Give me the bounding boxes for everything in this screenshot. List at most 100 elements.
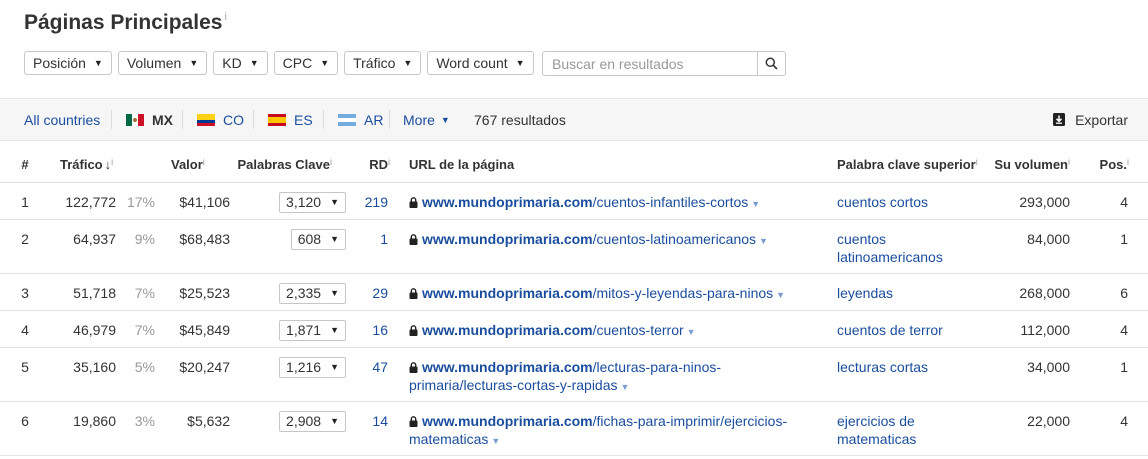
search-volume: 84,000 [993, 219, 1077, 274]
country-mx[interactable]: MX [126, 99, 173, 140]
col-header-rd[interactable]: RDi [350, 146, 408, 183]
lock-icon [409, 416, 418, 427]
top-keyword-link[interactable]: ejercicios de matematicas [837, 413, 916, 447]
country-co[interactable]: CO [197, 99, 244, 140]
divider [323, 110, 324, 129]
keywords-dropdown[interactable]: 2,908 ▼ [279, 410, 346, 432]
search-volume: 34,000 [993, 347, 1077, 402]
traffic-value: 46,979 [50, 310, 116, 348]
country-es[interactable]: ES [268, 99, 313, 140]
filter-position-dropdown[interactable]: Posición ▼ [24, 51, 112, 75]
traffic-value-usd: $20,247 [160, 347, 232, 402]
col-header-value[interactable]: Valori [160, 146, 232, 183]
page-url-link[interactable]: www.mundoprimaria.com/lecturas-para-nino… [409, 359, 721, 393]
col-header-volume[interactable]: Su volumeni [993, 146, 1077, 183]
keywords-dropdown[interactable]: 1,871 ▼ [279, 319, 346, 341]
keywords-dropdown[interactable]: 3,120 ▼ [279, 191, 346, 213]
url-domain: www.mundoprimaria.com [422, 359, 593, 375]
info-icon[interactable]: i [203, 157, 205, 167]
caret-down-icon[interactable]: ▼ [776, 290, 785, 300]
top-keyword-link[interactable]: cuentos latinoamericanos [837, 231, 943, 265]
lock-icon [409, 325, 418, 336]
info-icon[interactable]: i [388, 157, 390, 167]
filter-volume-dropdown[interactable]: Volumen ▼ [117, 51, 208, 75]
lock-icon [409, 362, 418, 373]
caret-down-icon[interactable]: ▼ [751, 199, 760, 209]
search-button[interactable] [757, 52, 785, 75]
filter-cpc-dropdown[interactable]: CPC ▼ [273, 51, 339, 75]
caret-down-icon: ▼ [440, 114, 450, 125]
caret-down-icon[interactable]: ▼ [687, 327, 696, 337]
info-icon[interactable]: i [1127, 157, 1129, 167]
top-keyword-text: lecturas cortas [837, 359, 929, 375]
referring-domains-link[interactable]: 219 [365, 194, 388, 210]
export-button[interactable]: Exportar [1053, 99, 1128, 140]
col-header-number: # [0, 146, 50, 183]
caret-down-icon[interactable]: ▼ [759, 236, 768, 246]
keywords-count: 3,120 [286, 194, 322, 210]
caret-down-icon[interactable]: ▼ [621, 382, 630, 392]
info-icon[interactable]: i [1068, 157, 1070, 167]
country-ar[interactable]: AR [338, 99, 383, 140]
keywords-count: 1,216 [286, 359, 322, 375]
filter-wordcount-dropdown[interactable]: Word count ▼ [427, 51, 534, 75]
caret-down-icon: ▼ [403, 58, 413, 68]
keywords-dropdown[interactable]: 1,216 ▼ [279, 356, 346, 378]
search-input[interactable] [543, 52, 758, 75]
position: 1 [1077, 347, 1148, 402]
traffic-value: 35,160 [50, 347, 116, 402]
url-path: /lecturas-para-ninos- [592, 359, 722, 375]
traffic-percent: 7% [116, 310, 160, 348]
mexico-flag-icon [126, 113, 144, 126]
info-icon[interactable]: i [224, 11, 226, 23]
page-url-link[interactable]: www.mundoprimaria.com/mitos-y-leyendas-p… [409, 285, 785, 301]
page-url-link[interactable]: www.mundoprimaria.com/fichas-para-imprim… [409, 413, 787, 447]
referring-domains-link[interactable]: 29 [372, 285, 388, 301]
filter-kd-dropdown[interactable]: KD ▼ [213, 51, 268, 75]
country-bar: All countries MX CO ES AR More ▼ 767 resu… [0, 98, 1148, 141]
referring-domains-link[interactable]: 47 [372, 359, 388, 375]
referring-domains-link[interactable]: 1 [380, 231, 388, 247]
info-icon[interactable]: i [330, 157, 332, 167]
top-keyword-link[interactable]: cuentos de terror [837, 322, 943, 338]
position: 1 [1077, 219, 1148, 274]
position: 6 [1077, 273, 1148, 311]
divider [253, 110, 254, 129]
top-keyword-link[interactable]: leyendas [837, 285, 893, 301]
argentina-flag-icon [338, 113, 356, 126]
page-title: Páginas Principales i [24, 11, 227, 35]
url-cell: www.mundoprimaria.com/cuentos-terror ▼ [408, 310, 828, 348]
url-path: /fichas-para-imprimir/ejercicios- [592, 413, 788, 429]
top-keyword-link[interactable]: lecturas cortas [837, 359, 928, 375]
keywords-dropdown[interactable]: 2,335 ▼ [279, 282, 346, 304]
caret-down-icon[interactable]: ▼ [491, 436, 500, 446]
filter-label: Tráfico [353, 55, 396, 71]
caret-down-icon: ▼ [320, 58, 330, 68]
caret-down-icon: ▼ [93, 58, 103, 68]
top-keyword-link[interactable]: cuentos cortos [837, 194, 928, 210]
top-pages-table: # Tráfico ↓i Valori Palabras Clavei RDi U… [0, 146, 1148, 456]
col-header-traffic[interactable]: Tráfico ↓i [50, 146, 160, 183]
caret-down-icon: ▼ [249, 58, 259, 68]
all-countries-link[interactable]: All countries [24, 99, 100, 140]
page-url-link[interactable]: www.mundoprimaria.com/cuentos-terror ▼ [409, 322, 696, 338]
row-number: 4 [0, 310, 50, 348]
page-url-link[interactable]: www.mundoprimaria.com/cuentos-infantiles… [409, 194, 760, 210]
info-icon[interactable]: i [976, 157, 978, 167]
url-cell: www.mundoprimaria.com/cuentos-latinoamer… [408, 219, 828, 274]
caret-down-icon: ▼ [189, 58, 199, 68]
info-icon[interactable]: i [111, 157, 113, 167]
page-url-link[interactable]: www.mundoprimaria.com/cuentos-latinoamer… [409, 231, 768, 247]
url-domain: www.mundoprimaria.com [422, 194, 593, 210]
col-header-position[interactable]: Pos.i [1077, 146, 1148, 183]
keywords-count: 2,908 [286, 413, 322, 429]
export-label: Exportar [1075, 111, 1128, 128]
col-header-keywords[interactable]: Palabras Clavei [232, 146, 350, 183]
rd-cell: 1 [350, 219, 408, 274]
referring-domains-link[interactable]: 14 [372, 413, 388, 429]
col-header-top-keyword: Palabra clave superiori [828, 146, 993, 183]
referring-domains-link[interactable]: 16 [372, 322, 388, 338]
more-countries-dropdown[interactable]: More ▼ [403, 99, 450, 140]
filter-traffic-dropdown[interactable]: Tráfico ▼ [344, 51, 422, 75]
keywords-dropdown[interactable]: 608 ▼ [290, 228, 346, 250]
